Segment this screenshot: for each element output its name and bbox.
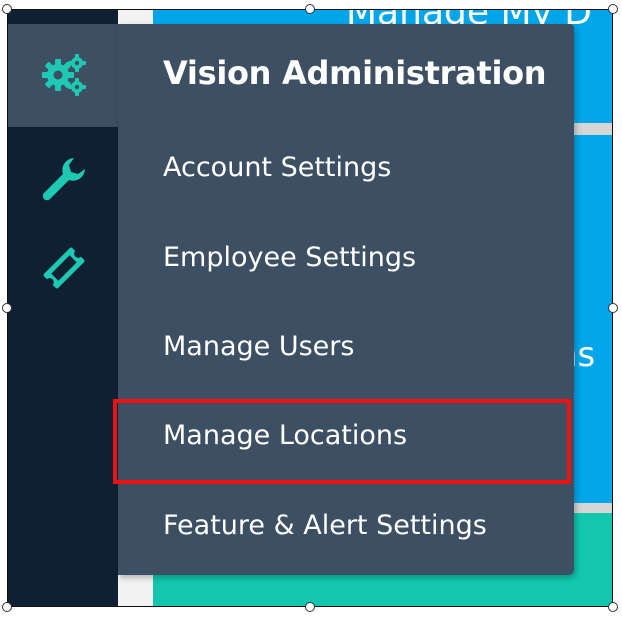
resize-handle-left[interactable]	[2, 303, 12, 313]
resize-handle-bottom-right[interactable]	[608, 602, 618, 612]
resize-handle-top[interactable]	[305, 4, 315, 14]
menu-item-manage-users[interactable]: Manage Users	[163, 331, 354, 362]
resize-handle-bottom-left[interactable]	[2, 602, 12, 612]
highlight-box	[113, 399, 571, 484]
sidebar-rail	[8, 10, 118, 606]
vision-administration-menu: Vision Administration Account Settings E…	[118, 24, 574, 575]
sidebar-active-item[interactable]	[8, 24, 118, 127]
menu-title: Vision Administration	[163, 54, 547, 92]
menu-item-feature-alert-settings[interactable]: Feature & Alert Settings	[163, 510, 487, 541]
gears-icon[interactable]	[38, 49, 90, 101]
wrench-icon[interactable]	[38, 152, 90, 204]
resize-handle-right[interactable]	[608, 303, 618, 313]
resize-handle-top-left[interactable]	[2, 4, 12, 14]
ticket-icon[interactable]	[38, 242, 90, 294]
resize-handle-bottom[interactable]	[305, 602, 315, 612]
screenshot-frame: Manage My D ns Vision Administration Acc…	[7, 9, 613, 607]
menu-item-account-settings[interactable]: Account Settings	[163, 152, 391, 183]
resize-handle-top-right[interactable]	[608, 4, 618, 14]
menu-item-employee-settings[interactable]: Employee Settings	[163, 242, 416, 273]
